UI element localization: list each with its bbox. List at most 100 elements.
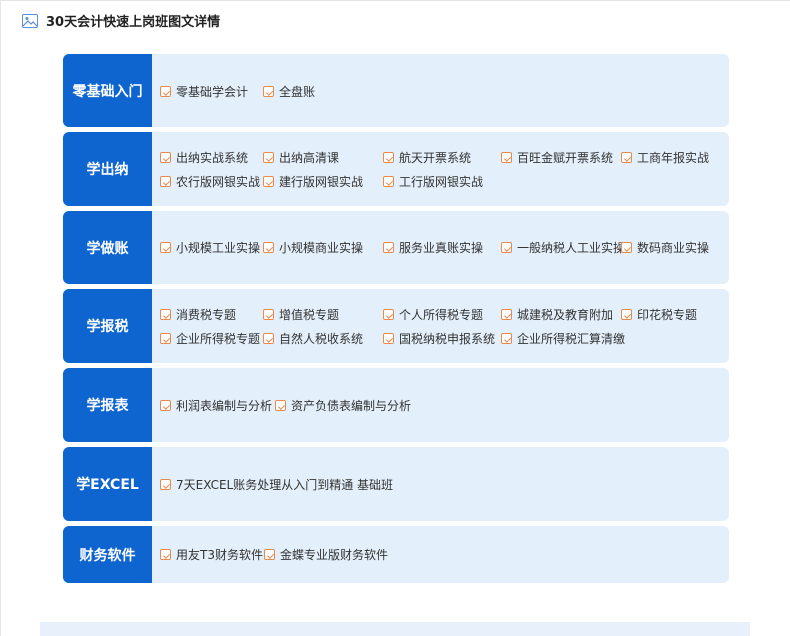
course-item-label: 出纳实战系统 (176, 150, 249, 165)
course-item-label: 企业所得税专题 (176, 331, 261, 346)
course-item[interactable]: 企业所得税汇算清缴 (501, 329, 625, 347)
course-item[interactable]: 7天EXCEL账务处理从入门到精通 基础班 (160, 475, 393, 493)
row-label: 学做账 (63, 211, 152, 284)
course-item-label: 一般纳税人工业实操 (517, 240, 626, 255)
image-icon (22, 13, 38, 28)
course-item[interactable]: 企业所得税专题 (160, 329, 260, 347)
course-item[interactable]: 数码商业实操 (621, 238, 709, 256)
check-icon (263, 332, 274, 344)
left-border (0, 0, 1, 636)
course-item[interactable]: 资产负债表编制与分析 (275, 396, 411, 414)
check-icon (160, 175, 171, 187)
course-item-label: 百旺金赋开票系统 (517, 150, 614, 165)
check-icon (263, 85, 274, 97)
course-item[interactable]: 服务业真账实操 (383, 238, 483, 256)
course-item-label: 数码商业实操 (637, 240, 710, 255)
course-item[interactable]: 全盘账 (263, 82, 315, 100)
check-icon (160, 151, 171, 163)
course-item[interactable]: 工商年报实战 (621, 148, 709, 166)
row-label: 学报表 (63, 368, 152, 442)
course-item[interactable]: 百旺金赋开票系统 (501, 148, 613, 166)
course-item-label: 消费税专题 (176, 307, 237, 322)
course-item-label: 农行版网银实战 (176, 174, 261, 189)
course-item[interactable]: 建行版网银实战 (263, 172, 363, 190)
course-item-label: 7天EXCEL账务处理从入门到精通 基础班 (176, 477, 394, 492)
row-cashier: 学出纳 出纳实战系统 出纳高清课 航天开票系统 百旺金赋开票系统 工商年报实战 … (63, 132, 729, 206)
course-item-label: 建行版网银实战 (279, 174, 364, 189)
course-item[interactable]: 用友T3财务软件 (160, 545, 263, 563)
row-label: 学出纳 (63, 132, 152, 206)
course-item[interactable]: 利润表编制与分析 (160, 396, 272, 414)
check-icon (160, 548, 171, 560)
check-icon (621, 308, 632, 320)
course-item[interactable]: 个人所得税专题 (383, 305, 483, 323)
section-header: 30天会计快速上岗班图文详情 (22, 10, 220, 30)
course-item-label: 城建税及教育附加 (517, 307, 614, 322)
course-item[interactable]: 国税纳税申报系统 (383, 329, 495, 347)
check-icon (501, 308, 512, 320)
check-icon (263, 241, 274, 253)
course-item[interactable]: 零基础学会计 (160, 82, 248, 100)
check-icon (275, 399, 286, 411)
course-item[interactable]: 出纳高清课 (263, 148, 339, 166)
check-icon (501, 332, 512, 344)
next-section-strip (40, 622, 750, 636)
check-icon (383, 241, 394, 253)
page-title: 30天会计快速上岗班图文详情 (46, 14, 221, 30)
course-table: 零基础入门 零基础学会计 全盘账 学出纳 出纳实战系统 出纳高清课 航天开票系统… (63, 54, 729, 583)
course-item[interactable]: 小规模商业实操 (263, 238, 363, 256)
check-icon (263, 151, 274, 163)
course-item[interactable]: 自然人税收系统 (263, 329, 363, 347)
course-item[interactable]: 印花税专题 (621, 305, 697, 323)
course-item[interactable]: 金蝶专业版财务软件 (264, 545, 388, 563)
top-border (0, 0, 790, 1)
row-finance-software: 财务软件 用友T3财务软件 金蝶专业版财务软件 (63, 526, 729, 583)
course-item-label: 个人所得税专题 (399, 307, 484, 322)
course-item-label: 航天开票系统 (399, 150, 472, 165)
course-item[interactable]: 出纳实战系统 (160, 148, 248, 166)
course-item-label: 零基础学会计 (176, 84, 249, 99)
row-excel: 学EXCEL 7天EXCEL账务处理从入门到精通 基础班 (63, 447, 729, 521)
course-item-label: 全盘账 (279, 84, 316, 99)
course-item-label: 企业所得税汇算清缴 (517, 331, 626, 346)
course-item-label: 用友T3财务软件 (176, 547, 263, 562)
course-item-label: 服务业真账实操 (399, 240, 484, 255)
check-icon (501, 151, 512, 163)
row-label: 学报税 (63, 289, 152, 363)
course-item[interactable]: 消费税专题 (160, 305, 236, 323)
check-icon (160, 399, 171, 411)
course-item[interactable]: 城建税及教育附加 (501, 305, 613, 323)
check-icon (621, 241, 632, 253)
course-item[interactable]: 小规模工业实操 (160, 238, 260, 256)
check-icon (501, 241, 512, 253)
check-icon (160, 85, 171, 97)
course-item-label: 国税纳税申报系统 (399, 331, 496, 346)
row-bookkeeping: 学做账 小规模工业实操 小规模商业实操 服务业真账实操 一般纳税人工业实操 数码… (63, 211, 729, 284)
course-item-label: 小规模工业实操 (176, 240, 261, 255)
course-item-label: 出纳高清课 (279, 150, 340, 165)
check-icon (264, 548, 275, 560)
check-icon (160, 478, 171, 490)
row-label: 零基础入门 (63, 54, 152, 127)
course-item[interactable]: 一般纳税人工业实操 (501, 238, 625, 256)
check-icon (160, 308, 171, 320)
check-icon (263, 175, 274, 187)
row-tax-filing: 学报税 消费税专题 增值税专题 个人所得税专题 城建税及教育附加 印花税专题 企… (63, 289, 729, 363)
check-icon (383, 308, 394, 320)
course-item-label: 工商年报实战 (637, 150, 710, 165)
check-icon (383, 332, 394, 344)
course-item[interactable]: 增值税专题 (263, 305, 339, 323)
course-item-label: 自然人税收系统 (279, 331, 364, 346)
course-item[interactable]: 工行版网银实战 (383, 172, 483, 190)
course-item-label: 印花税专题 (637, 307, 698, 322)
course-item-label: 金蝶专业版财务软件 (280, 547, 389, 562)
course-item[interactable]: 农行版网银实战 (160, 172, 260, 190)
row-zero-basics: 零基础入门 零基础学会计 全盘账 (63, 54, 729, 127)
check-icon (160, 241, 171, 253)
course-item[interactable]: 航天开票系统 (383, 148, 471, 166)
course-item-label: 小规模商业实操 (279, 240, 364, 255)
row-label: 财务软件 (63, 526, 152, 583)
row-reports: 学报表 利润表编制与分析 资产负债表编制与分析 (63, 368, 729, 442)
check-icon (263, 308, 274, 320)
course-item-label: 工行版网银实战 (399, 174, 484, 189)
